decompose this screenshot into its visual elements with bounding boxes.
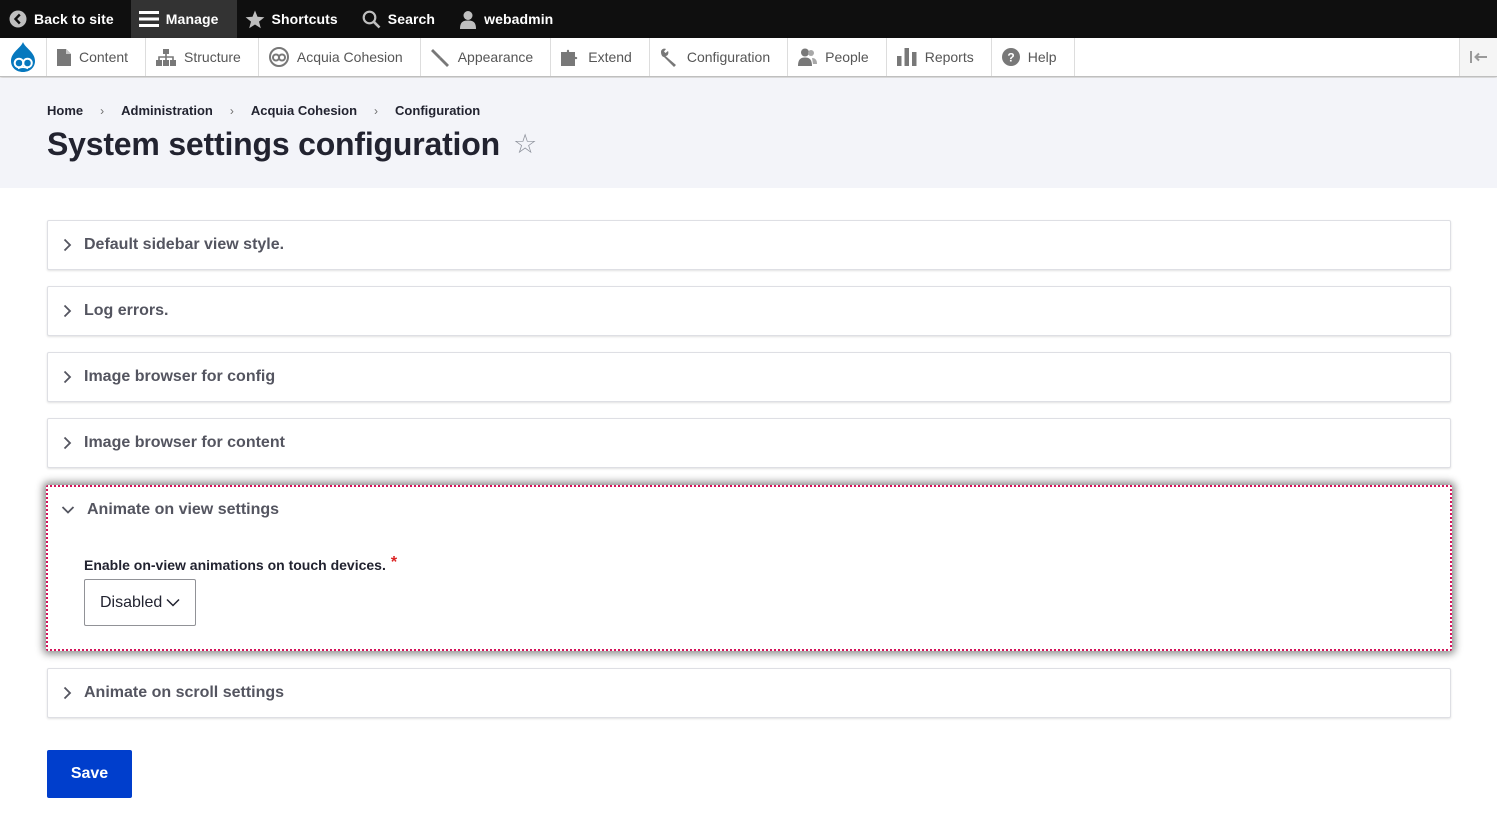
tray-item-appearance[interactable]: Appearance (421, 38, 552, 76)
page-title-text: System settings configuration (47, 126, 500, 162)
details-image-browser-config[interactable]: Image browser for config (47, 352, 1451, 402)
details-summary[interactable]: Animate on view settings (48, 487, 1450, 533)
touch-animations-select[interactable]: Disabled (84, 579, 196, 626)
tray-item-people[interactable]: People (788, 38, 887, 76)
cohesion-icon (268, 47, 289, 67)
details-summary[interactable]: Default sidebar view style. (48, 221, 1450, 269)
user-label: webadmin (484, 11, 554, 27)
details-summary[interactable]: Log errors. (48, 287, 1450, 335)
chevron-right-icon (63, 238, 72, 252)
people-icon (798, 48, 818, 66)
hamburger-icon (138, 11, 159, 27)
tray-orientation-toggle[interactable] (1459, 38, 1497, 76)
orientation-toggle-icon (1469, 51, 1487, 63)
details-summary-label: Animate on view settings (87, 501, 280, 518)
page-header: Home › Administration › Acquia Cohesion … (0, 78, 1497, 188)
bar-chart-icon (896, 48, 917, 66)
manage-label: Manage (165, 11, 219, 27)
details-image-browser-content[interactable]: Image browser for content (47, 418, 1451, 468)
tray-item-acquia-cohesion[interactable]: Acquia Cohesion (259, 38, 421, 76)
tray-item-configuration[interactable]: Configuration (650, 38, 789, 76)
user-icon (460, 10, 477, 29)
details-summary-label: Image browser for content (84, 434, 285, 451)
paintbrush-icon (430, 48, 449, 67)
details-summary-label: Log errors. (84, 302, 169, 319)
back-to-site-link[interactable]: Back to site (0, 0, 131, 38)
shortcuts-label: Shortcuts (271, 11, 338, 27)
star-icon (245, 10, 264, 28)
breadcrumb-home[interactable]: Home (47, 103, 83, 118)
breadcrumb-separator: › (229, 103, 234, 118)
tray-item-reports[interactable]: Reports (887, 38, 992, 76)
wrench-icon (660, 48, 676, 67)
details-summary[interactable]: Animate on scroll settings (48, 669, 1450, 717)
chevron-right-icon (63, 686, 72, 700)
tray-item-label: Content (79, 49, 129, 65)
drupal-drop-icon (11, 42, 35, 72)
details-animate-on-view-settings[interactable]: Animate on view settings Enable on-view … (46, 485, 1452, 651)
tray-item-help[interactable]: ? Help (992, 38, 1075, 76)
admin-tray: Content Structure Acquia Cohesion Appear… (0, 38, 1497, 77)
search-label: Search (387, 11, 436, 27)
tray-item-label: Reports (924, 49, 974, 65)
details-log-errors[interactable]: Log errors. (47, 286, 1451, 336)
breadcrumb-configuration[interactable]: Configuration (395, 103, 480, 118)
drupal-logo[interactable] (0, 38, 47, 76)
details-animate-on-scroll-settings[interactable]: Animate on scroll settings (47, 668, 1451, 718)
tray-item-label: Help (1027, 49, 1057, 65)
details-default-sidebar-view-style[interactable]: Default sidebar view style. (47, 220, 1451, 270)
tray-spacer (1075, 38, 1459, 76)
details-body: Enable on-view animations on touch devic… (48, 533, 1450, 626)
svg-text:?: ? (1007, 51, 1014, 65)
touch-animations-label: Enable on-view animations on touch devic… (84, 557, 386, 573)
details-summary-label: Animate on scroll settings (84, 684, 285, 701)
file-icon (57, 48, 71, 66)
manage-tab[interactable]: Manage (130, 0, 237, 38)
tray-item-label: Configuration (686, 49, 771, 65)
tray-item-label: Extend (588, 49, 632, 65)
select-value: Disabled (100, 593, 163, 611)
help-icon: ? (1001, 48, 1020, 66)
page-title: System settings configuration ☆ (47, 126, 537, 163)
tray-item-label: Acquia Cohesion (296, 49, 403, 65)
breadcrumb-administration[interactable]: Administration (121, 103, 213, 118)
save-button[interactable]: Save (47, 750, 132, 798)
sitemap-icon (156, 48, 177, 66)
back-arrow-icon (9, 10, 27, 28)
tray-item-content[interactable]: Content (47, 38, 147, 76)
admin-toolbar: Back to site Manage Shortcuts Search web… (0, 0, 1497, 38)
chevron-right-icon (63, 436, 72, 450)
breadcrumb-acquia-cohesion[interactable]: Acquia Cohesion (251, 103, 357, 118)
required-marker: * (390, 554, 398, 571)
breadcrumb: Home › Administration › Acquia Cohesion … (47, 103, 480, 118)
details-summary-label: Image browser for config (84, 368, 276, 385)
details-summary-label: Default sidebar view style. (84, 236, 285, 253)
chevron-down-icon (61, 506, 75, 514)
breadcrumb-separator: › (374, 103, 379, 118)
shortcuts-tab[interactable]: Shortcuts (237, 0, 354, 38)
tray-item-label: People (825, 49, 869, 65)
puzzle-icon (561, 49, 578, 66)
tray-item-extend[interactable]: Extend (551, 38, 650, 76)
add-shortcut-star-icon[interactable]: ☆ (513, 129, 537, 160)
details-summary[interactable]: Image browser for content (48, 419, 1450, 467)
tray-item-structure[interactable]: Structure (146, 38, 259, 76)
search-icon (362, 10, 381, 28)
details-summary[interactable]: Image browser for config (48, 353, 1450, 401)
chevron-down-icon (166, 598, 180, 607)
field-label: Enable on-view animations on touch devic… (84, 554, 1450, 574)
tray-item-label: Structure (184, 49, 241, 65)
tray-item-label: Appearance (457, 49, 534, 65)
user-tab[interactable]: webadmin (451, 0, 569, 38)
search-tab[interactable]: Search (354, 0, 451, 38)
breadcrumb-separator: › (100, 103, 105, 118)
chevron-right-icon (63, 370, 72, 384)
chevron-right-icon (63, 304, 72, 318)
back-to-site-label: Back to site (34, 11, 114, 27)
